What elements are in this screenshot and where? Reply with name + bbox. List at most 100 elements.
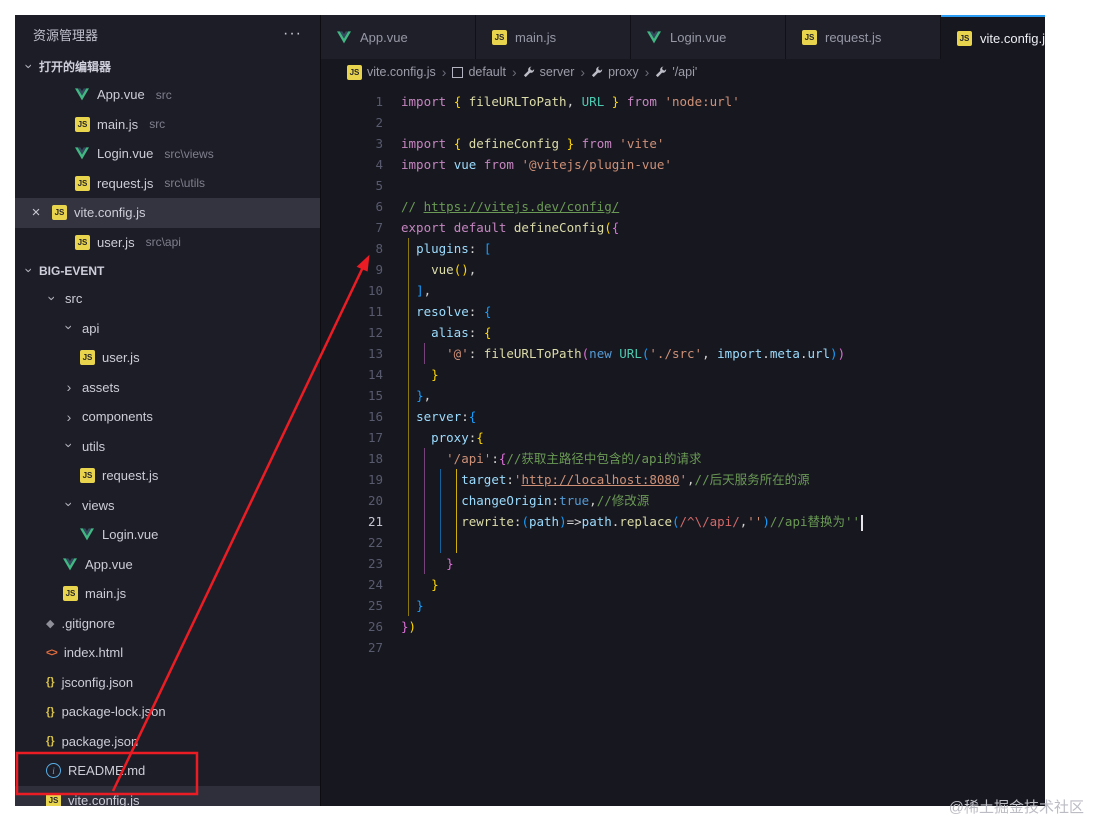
breadcrumb-item-proxy[interactable]: proxy xyxy=(591,65,639,79)
code-line-22[interactable]: 22 xyxy=(321,532,1045,553)
open-editor-main.js[interactable]: JS main.js src xyxy=(15,110,320,140)
code-line-26[interactable]: 26}) xyxy=(321,616,1045,637)
file-name: main.js xyxy=(85,586,127,602)
open-editors-section-header[interactable]: 打开的编辑器 xyxy=(15,53,320,80)
line-number: 3 xyxy=(375,136,383,151)
tree-item-README.md[interactable]: i README.md xyxy=(15,756,320,786)
file-name: README.md xyxy=(68,763,146,779)
code-line-5[interactable]: 5 xyxy=(321,175,1045,196)
text-cursor xyxy=(861,514,864,531)
tab-main.js[interactable]: JS main.js xyxy=(476,15,631,59)
code-line-17[interactable]: 17 proxy:{ xyxy=(321,427,1045,448)
file-name: index.html xyxy=(63,645,124,661)
tab-vite.config.js[interactable]: JS vite.config.js xyxy=(941,15,1045,59)
close-icon[interactable] xyxy=(27,204,45,221)
tree-item-package.json[interactable]: {} package.json xyxy=(15,727,320,757)
code-line-1[interactable]: 1 import { fileURLToPath, URL } from 'nod… xyxy=(321,91,1045,112)
tree-item-vite.config.js[interactable]: JS vite.config.js xyxy=(15,785,320,806)
line-number: 21 xyxy=(367,514,383,529)
workspace-section-header[interactable]: BIG-EVENT xyxy=(15,257,320,284)
code-line-25[interactable]: 25 } xyxy=(321,595,1045,616)
code-line-6[interactable]: 6 // https://vitejs.dev/config/ xyxy=(321,196,1045,217)
breadcrumb-item-vite.config.js[interactable]: JS vite.config.js xyxy=(347,64,436,80)
js-icon: JS xyxy=(75,234,90,250)
file-path: src xyxy=(149,117,166,132)
code-line-14[interactable]: 14 } xyxy=(321,364,1045,385)
breadcrumb-item-server[interactable]: server xyxy=(523,65,574,79)
html-icon: <> xyxy=(46,646,58,659)
code-line-3[interactable]: 3 import { defineConfig } from 'vite' xyxy=(321,133,1045,154)
tree-item-src[interactable]: src xyxy=(15,284,320,314)
chevron-right-icon xyxy=(63,380,75,394)
code-text: } xyxy=(416,598,424,613)
breadcrumb-item-'/api'[interactable]: '/api' xyxy=(655,65,697,79)
tab-App.vue[interactable]: App.vue xyxy=(321,15,476,59)
tree-item-assets[interactable]: assets xyxy=(15,373,320,403)
chevron-down-icon xyxy=(23,60,37,72)
open-editor-user.js[interactable]: JS user.js src\api xyxy=(15,228,320,258)
code-line-19[interactable]: 19 target:'http://localhost:8080',//后天服务… xyxy=(321,469,1045,490)
open-editor-vite.config.js[interactable]: JS vite.config.js xyxy=(15,198,320,228)
tree-item-main.js[interactable]: JS main.js xyxy=(15,579,320,609)
open-editor-Login.vue[interactable]: Login.vue src\views xyxy=(15,139,320,169)
file-name: views xyxy=(82,497,115,513)
code-text: proxy:{ xyxy=(431,430,484,445)
open-editor-App.vue[interactable]: App.vue src xyxy=(15,80,320,110)
more-actions-icon[interactable]: ··· xyxy=(283,25,302,43)
js-icon: JS xyxy=(802,29,817,45)
code-line-24[interactable]: 24 } xyxy=(321,574,1045,595)
tab-request.js[interactable]: JS request.js xyxy=(786,15,941,59)
code-line-15[interactable]: 15 }, xyxy=(321,385,1045,406)
tree-item-utils[interactable]: utils xyxy=(15,432,320,462)
tree-item-Login.vue[interactable]: Login.vue xyxy=(15,520,320,550)
tree-item-request.js[interactable]: JS request.js xyxy=(15,461,320,491)
open-editor-request.js[interactable]: JS request.js src\utils xyxy=(15,169,320,199)
breadcrumb-separator-icon: › xyxy=(644,64,650,80)
tree-item-api[interactable]: api xyxy=(15,314,320,344)
code-line-18[interactable]: 18 '/api':{//获取主路径中包含的/api的请求 xyxy=(321,448,1045,469)
code-line-9[interactable]: 9 vue(), xyxy=(321,259,1045,280)
code-line-27[interactable]: 27 xyxy=(321,637,1045,658)
chevron-down-icon xyxy=(46,292,60,304)
tree-item-components[interactable]: components xyxy=(15,402,320,432)
code-line-13[interactable]: 13 '@': fileURLToPath(new URL('./src', i… xyxy=(321,343,1045,364)
line-number: 7 xyxy=(375,220,383,235)
tree-item-user.js[interactable]: JS user.js xyxy=(15,343,320,373)
code-line-8[interactable]: 8 plugins: [ xyxy=(321,238,1045,259)
line-number: 4 xyxy=(375,157,383,172)
code-line-7[interactable]: 7 export default defineConfig({ xyxy=(321,217,1045,238)
file-name: .gitignore xyxy=(61,615,115,631)
file-path: src\api xyxy=(145,235,181,250)
explorer-title: 资源管理器 xyxy=(33,27,99,43)
tree-item-views[interactable]: views xyxy=(15,491,320,521)
code-line-20[interactable]: 20 changeOrigin:true,//修改源 xyxy=(321,490,1045,511)
wrench-icon xyxy=(523,66,535,78)
tree-item-jsconfig.json[interactable]: {} jsconfig.json xyxy=(15,668,320,698)
code-line-12[interactable]: 12 alias: { xyxy=(321,322,1045,343)
code-text: } xyxy=(446,556,454,571)
code-line-10[interactable]: 10 ], xyxy=(321,280,1045,301)
code-line-11[interactable]: 11 resolve: { xyxy=(321,301,1045,322)
sidebar-header: 资源管理器 ··· xyxy=(15,15,320,53)
code-line-16[interactable]: 16 server:{ xyxy=(321,406,1045,427)
open-editors-label: 打开的编辑器 xyxy=(39,60,112,74)
js-icon: JS xyxy=(52,205,67,221)
code-line-21[interactable]: 21 rewrite:(path)=>path.replace(/^\/api/… xyxy=(321,511,1045,532)
tree-item-App.vue[interactable]: App.vue xyxy=(15,550,320,580)
code-editor[interactable]: 1 import { fileURLToPath, URL } from 'nod… xyxy=(321,85,1045,806)
watermark: @稀土掘金技术社区 xyxy=(948,799,1084,816)
code-line-2[interactable]: 2 xyxy=(321,112,1045,133)
tab-Login.vue[interactable]: Login.vue xyxy=(631,15,786,59)
line-number: 16 xyxy=(367,409,383,424)
breadcrumb-separator-icon: › xyxy=(580,64,586,80)
tree-item-package-lock.json[interactable]: {} package-lock.json xyxy=(15,697,320,727)
code-line-23[interactable]: 23 } xyxy=(321,553,1045,574)
tree-item-index.html[interactable]: <> index.html xyxy=(15,638,320,668)
breadcrumb-label: vite.config.js xyxy=(367,65,436,79)
vue-icon xyxy=(337,30,352,44)
tab-label: request.js xyxy=(825,29,882,45)
tree-item-.gitignore[interactable]: ◆ .gitignore xyxy=(15,609,320,639)
breadcrumb-item-default[interactable]: default xyxy=(452,65,506,79)
code-line-4[interactable]: 4 import vue from '@vitejs/plugin-vue' xyxy=(321,154,1045,175)
